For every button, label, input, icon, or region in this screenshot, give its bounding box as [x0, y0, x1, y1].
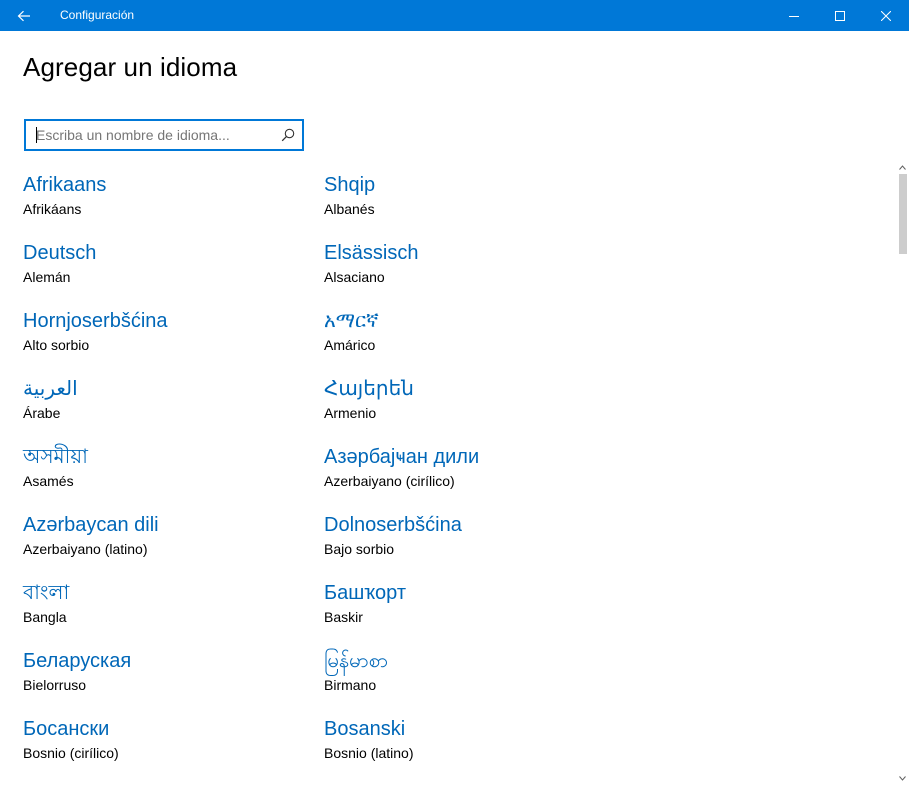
language-item[interactable]: Elsässisch Alsaciano — [324, 240, 594, 298]
window-title: Configuración — [60, 8, 135, 22]
language-localized-name: Alto sorbio — [23, 337, 90, 353]
language-localized-name: Amárico — [324, 337, 376, 353]
language-item[interactable]: Deutsch Alemán — [23, 240, 293, 298]
language-localized-name: Bosnio (cirílico) — [23, 745, 119, 761]
title-bar: Configuración — [0, 0, 909, 31]
language-localized-name: Azerbaiyano (latino) — [23, 541, 148, 557]
language-localized-name: Birmano — [324, 677, 377, 693]
language-native-name: Afrikaans — [23, 174, 107, 196]
maximize-icon — [835, 10, 845, 21]
language-localized-name: Armenio — [324, 405, 377, 421]
language-native-name: Azərbaycan dili — [23, 514, 159, 536]
back-button[interactable] — [0, 0, 47, 31]
search-icon[interactable] — [280, 127, 296, 143]
search-input[interactable] — [36, 121, 276, 149]
close-button[interactable] — [863, 0, 909, 31]
language-item[interactable]: Afrikaans Afrikáans — [23, 172, 293, 230]
language-item[interactable]: Shqip Albanés — [324, 172, 594, 230]
page-title: Agregar un idioma — [23, 52, 238, 82]
minimize-icon — [789, 15, 799, 17]
language-native-name: Беларуская — [23, 650, 132, 672]
language-item[interactable]: Dolnoserbšćina Bajo sorbio — [324, 512, 594, 570]
language-native-name: বাংলা — [23, 582, 70, 604]
language-native-name: Башҡорт — [324, 582, 406, 604]
search-box[interactable] — [24, 119, 304, 151]
language-localized-name: Asamés — [23, 473, 74, 489]
language-native-name: Босански — [23, 718, 110, 740]
minimize-button[interactable] — [771, 0, 817, 31]
language-native-name: Deutsch — [23, 242, 97, 264]
language-localized-name: Azerbaiyano (cirílico) — [324, 473, 455, 489]
language-item[interactable]: Босански Bosnio (cirílico) — [23, 716, 293, 774]
scroll-up-arrow-icon — [899, 164, 906, 170]
language-localized-name: Bajo sorbio — [324, 541, 395, 557]
language-native-name: Bosanski — [324, 718, 406, 740]
maximize-button[interactable] — [817, 0, 863, 31]
language-native-name: Shqip — [324, 174, 376, 196]
close-icon — [881, 10, 891, 21]
language-native-name: العربية — [23, 378, 78, 400]
language-item[interactable]: Азәрбајҹан дили Azerbaiyano (cirílico) — [324, 444, 594, 502]
language-localized-name: Albanés — [324, 201, 375, 217]
language-native-name: မြန်မာစာ — [324, 650, 389, 672]
vertical-scrollbar[interactable] — [896, 158, 909, 785]
language-item[interactable]: العربية Árabe — [23, 376, 293, 434]
language-localized-name: Bosnio (latino) — [324, 745, 414, 761]
language-native-name: Dolnoserbšćina — [324, 514, 462, 536]
language-localized-name: Árabe — [23, 405, 61, 421]
language-item[interactable]: Bosanski Bosnio (latino) — [324, 716, 594, 774]
scroll-down-button[interactable] — [896, 771, 909, 785]
language-localized-name: Bangla — [23, 609, 67, 625]
language-native-name: Азәрбајҹан дили — [324, 446, 480, 468]
language-item[interactable]: አማርኛ Amárico — [324, 308, 594, 366]
language-native-name: অসমীয়া — [23, 446, 88, 468]
language-item[interactable]: Беларуская Bielorruso — [23, 648, 293, 706]
language-localized-name: Alemán — [23, 269, 71, 285]
language-localized-name: Bielorruso — [23, 677, 87, 693]
back-arrow-icon — [17, 10, 30, 21]
language-item[interactable]: Azərbaycan dili Azerbaiyano (latino) — [23, 512, 293, 570]
language-localized-name: Alsaciano — [324, 269, 385, 285]
language-item[interactable]: မြန်မာစာ Birmano — [324, 648, 594, 706]
language-native-name: አማርኛ — [324, 310, 379, 332]
language-localized-name: Afrikáans — [23, 201, 82, 217]
scroll-up-button[interactable] — [896, 160, 909, 174]
language-localized-name: Baskir — [324, 609, 363, 625]
language-native-name: Հայերեն — [324, 378, 414, 400]
language-item[interactable]: Башҡорт Baskir — [324, 580, 594, 638]
language-native-name: Hornjoserbšćina — [23, 310, 168, 332]
language-item[interactable]: বাংলা Bangla — [23, 580, 293, 638]
language-item[interactable]: Hornjoserbšćina Alto sorbio — [23, 308, 293, 366]
language-item[interactable]: অসমীয়া Asamés — [23, 444, 293, 502]
scroll-down-arrow-icon — [899, 775, 906, 781]
text-caret — [36, 127, 37, 143]
language-native-name: Elsässisch — [324, 242, 419, 264]
language-item[interactable]: Հայերեն Armenio — [324, 376, 594, 434]
scrollbar-thumb[interactable] — [899, 174, 907, 254]
